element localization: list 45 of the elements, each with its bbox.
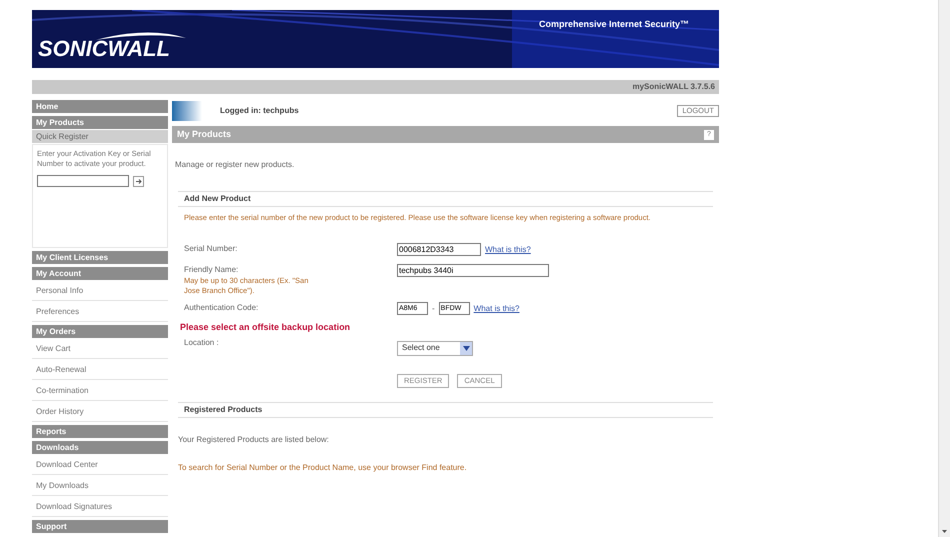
sidebar-link[interactable]: Download Signatures (32, 497, 168, 517)
field-label: Authentication Code: (184, 302, 260, 314)
sidebar-link[interactable]: Preferences (32, 302, 168, 322)
sidebar-link[interactable]: Download Center (32, 455, 168, 475)
sidebar-header[interactable]: Home (32, 100, 168, 113)
logo: SONICWALL (38, 28, 188, 60)
friendly-name-field[interactable]: techpubs 3440i (397, 264, 549, 277)
logged-in-label: Logged in: techpubs (220, 105, 299, 117)
sidebar-link[interactable]: Auto-Renewal (32, 360, 168, 380)
note-text: To search for Serial Number or the Product Name, use your browser Find feature. (178, 462, 468, 474)
separator: - (432, 302, 435, 314)
sidebar-link[interactable]: Co-termination (32, 381, 168, 401)
field-label: Location : (184, 336, 220, 348)
go-button[interactable] (133, 176, 144, 186)
sidebar-link[interactable]: My Downloads (32, 476, 168, 496)
serial-number-field[interactable]: 0006812D3343 (397, 243, 481, 256)
intro-text: Manage or register new products. (174, 159, 296, 171)
quick-register-field[interactable] (37, 175, 129, 187)
scrollbar[interactable] (938, 0, 950, 537)
section-title: Add New Product (184, 193, 251, 205)
field-label: Friendly Name: (184, 264, 240, 276)
sidebar-header[interactable]: Support (32, 520, 168, 533)
banner-graphic (172, 101, 202, 121)
sidebar-link[interactable]: Order History (32, 402, 168, 422)
location-dropdown[interactable]: Select one (397, 340, 473, 356)
sidebar-subheader[interactable]: Quick Register (32, 130, 168, 143)
sidebar-link[interactable]: View Cart (32, 339, 168, 359)
info-text: Your Registered Products are listed below: (178, 434, 330, 446)
page-title: My Products (177, 128, 232, 141)
sidebar-header[interactable]: Reports (32, 425, 168, 438)
sidebar-header[interactable]: My Products (32, 116, 168, 129)
arrow-icon (135, 178, 142, 184)
field-label: Serial Number: (184, 243, 238, 255)
help-link[interactable]: What is this? (474, 302, 520, 314)
tagline: Comprehensive Internet Security™ (538, 18, 689, 31)
sidebar-header[interactable]: My Orders (32, 325, 168, 338)
sidebar-header[interactable]: My Client Licenses (32, 251, 168, 264)
version-label: mySonicWALL 3.7.5.6 (632, 81, 715, 93)
sidebar-header[interactable]: Downloads (32, 441, 168, 454)
warning-text: Please select an offsite backup location (180, 321, 352, 334)
sidebar-link[interactable]: Personal Info (32, 281, 168, 301)
sidebar-header[interactable]: My Account (32, 267, 168, 280)
section-title: Registered Products (184, 404, 262, 416)
caret-icon (462, 346, 470, 350)
help-link[interactable]: What is this? (485, 244, 531, 256)
